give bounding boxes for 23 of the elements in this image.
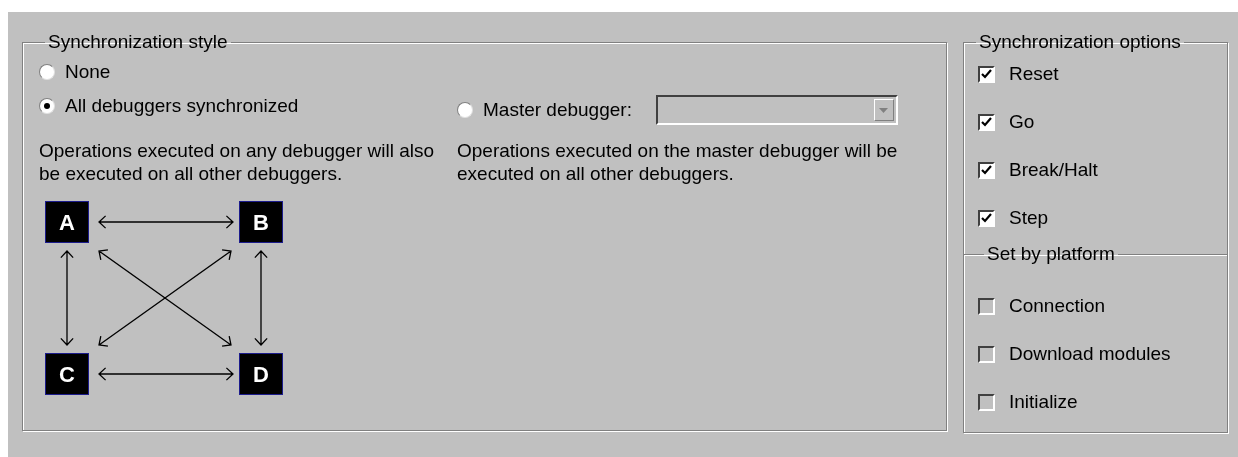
description-text: Operations executed on any debugger will also be executed on all other debuggers. [39, 139, 436, 185]
radio-button[interactable] [39, 64, 55, 80]
radio-option[interactable]: Master debugger: [457, 99, 632, 121]
checkbox-option[interactable]: Break/Halt [978, 159, 1098, 181]
debugger-node: A [45, 201, 89, 243]
checkbox[interactable] [978, 65, 995, 83]
radio-button[interactable] [457, 102, 473, 118]
group-title: Synchronization options [978, 31, 1182, 53]
radio-button[interactable] [39, 98, 55, 114]
checkbox-option[interactable]: Step [978, 207, 1049, 229]
checkbox[interactable] [978, 113, 995, 131]
checkbox[interactable] [978, 209, 995, 227]
description-text: Operations executed on the master debugger will be executed on all other debuggers. [457, 139, 899, 185]
checkbox-option[interactable]: Go [978, 111, 1035, 133]
debugger-node: B [239, 201, 283, 243]
radio-option[interactable]: All debuggers synchronized [39, 95, 299, 117]
radio-option[interactable]: None [39, 61, 111, 83]
debugger-node: C [45, 353, 89, 395]
checkbox-option[interactable]: Reset [978, 63, 1059, 85]
checkbox[interactable] [978, 161, 995, 179]
debugger-node: D [239, 353, 283, 395]
group-title: Set by platform [986, 243, 1116, 265]
group-title: Synchronization style [47, 31, 229, 53]
